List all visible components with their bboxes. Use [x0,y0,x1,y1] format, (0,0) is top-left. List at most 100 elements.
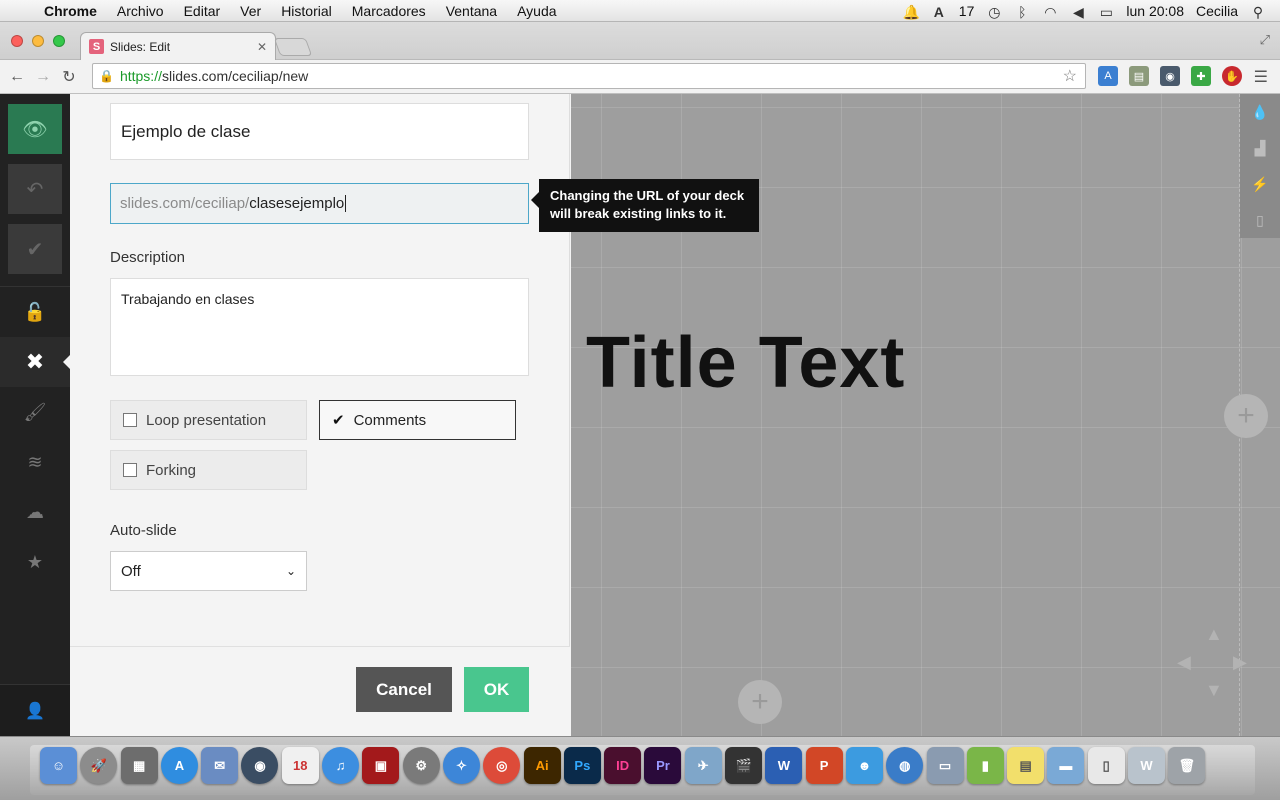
menu-marcadores[interactable]: Marcadores [342,3,436,19]
messenger-icon[interactable]: ☻ [845,747,883,784]
folder-icon[interactable]: ▬ [1047,747,1085,784]
green-extension-icon[interactable]: ✚ [1191,66,1211,86]
camera-extension-icon[interactable]: ◉ [1160,66,1180,86]
bookmark-star-icon[interactable]: ☆ [1063,66,1077,86]
app-store-icon[interactable]: A [160,747,198,784]
window-close-button[interactable] [11,35,23,47]
screen-sharing-icon[interactable]: ▭ [926,747,964,784]
sidebar-item-privacy[interactable]: 🔓 [0,287,70,337]
reload-icon[interactable]: ↻ [56,67,82,87]
lightning-icon[interactable]: ⚡ [1240,166,1280,202]
network-icon[interactable]: ◍ [886,747,924,784]
mail-icon[interactable]: ✉ [201,747,239,784]
launchpad-icon[interactable]: 🚀 [80,747,118,784]
wifi-icon[interactable]: ◠ [1042,4,1058,20]
browser-menu-icon[interactable]: ☰ [1254,67,1268,87]
menu-ventana[interactable]: Ventana [436,3,507,19]
dashboard-icon[interactable]: ▦ [120,747,158,784]
forking-toggle[interactable]: Forking [110,450,307,490]
chrome-icon[interactable]: ◎ [483,747,521,784]
window-minimize-button[interactable] [32,35,44,47]
battery-icon[interactable]: ▭ [1098,4,1114,20]
bluetooth-icon[interactable]: ᛒ [1014,4,1030,20]
address-bar[interactable]: 🔒 https:// slides.com/ceciliap/new ☆ [92,63,1086,89]
cancel-button[interactable]: Cancel [356,667,452,712]
menu-editar[interactable]: Editar [174,3,231,19]
fullscreen-icon[interactable]: ⤢ [1260,32,1270,48]
tab-close-icon[interactable]: ✕ [257,40,267,54]
clock[interactable]: lun 20:08 [1126,3,1184,19]
color-drop-icon[interactable]: 💧 [1240,94,1280,130]
final-cut-icon[interactable]: 🎬 [725,747,763,784]
ok-button[interactable]: OK [464,667,529,712]
loop-presentation-toggle[interactable]: Loop presentation [110,400,307,440]
menu-archivo[interactable]: Archivo [107,3,174,19]
back-icon[interactable]: ← [4,68,30,86]
system-preferences-icon[interactable]: ⚙ [402,747,440,784]
word-document-icon[interactable]: W [1128,747,1166,784]
description-textarea[interactable]: Trabajando en clases [110,278,529,376]
time-machine-icon[interactable]: ◷ [986,4,1002,20]
menu-app-chrome[interactable]: Chrome [34,3,107,19]
photo-booth-icon[interactable]: ▣ [362,747,400,784]
evernote-icon[interactable]: ▮ [966,747,1004,784]
forward-icon[interactable]: → [30,68,56,86]
browser-tab-active[interactable]: S Slides: Edit ✕ [80,32,276,60]
nav-left-icon[interactable]: ◀ [1177,652,1191,673]
menu-ver[interactable]: Ver [230,3,271,19]
sidebar-item-style[interactable]: 🖌 [0,387,70,437]
nav-down-icon[interactable]: ▼ [1205,680,1223,701]
notification-bell-icon[interactable]: 🔔 [903,4,920,20]
chart-icon[interactable]: ▟ [1240,130,1280,166]
chevron-down-icon: ⌄ [285,564,296,578]
illustrator-icon[interactable]: Ai [523,747,561,784]
indesign-icon[interactable]: ID [604,747,642,784]
save-button[interactable]: ✔ [8,224,62,274]
autoslide-select[interactable]: Off ⌄ [110,551,307,591]
nav-right-icon[interactable]: ▶ [1233,652,1247,673]
trash-icon[interactable]: 🗑 [1168,747,1206,784]
spotlight-search-icon[interactable]: ⚲ [1250,4,1266,20]
new-tab-button[interactable] [273,38,313,56]
preview-icon[interactable]: ✈ [684,747,722,784]
loop-checkbox[interactable] [123,413,137,427]
add-slide-below-button[interactable]: + [738,680,782,724]
translate-extension-icon[interactable]: A [1098,66,1118,86]
word-icon[interactable]: W [765,747,803,784]
powerpoint-icon[interactable]: P [805,747,843,784]
volume-icon[interactable]: ◀ [1070,4,1086,20]
deck-title-input[interactable]: Ejemplo de clase [110,103,529,160]
premiere-icon[interactable]: Pr [644,747,682,784]
undo-button[interactable]: ↶ [8,164,62,214]
nav-up-icon[interactable]: ▲ [1205,624,1223,645]
menu-historial[interactable]: Historial [271,3,342,19]
document-icon[interactable]: ▯ [1087,747,1125,784]
finder-icon[interactable]: ☺ [40,747,77,784]
user-name[interactable]: Cecilia [1196,3,1238,19]
add-slide-right-button[interactable]: + [1224,394,1268,438]
slide-title-text[interactable]: Title Text [586,322,905,404]
user-profile-button[interactable]: 👤 [0,684,70,736]
preview-button[interactable]: 👁 [8,104,62,154]
book-icon[interactable]: ▯ [1240,202,1280,238]
deck-url-input[interactable]: slides.com/ceciliap/clasesejemplo [110,183,529,224]
reader-extension-icon[interactable]: ▤ [1129,66,1149,86]
forking-checkbox[interactable] [123,463,137,477]
facetime-icon[interactable]: ◉ [241,747,279,784]
menu-ayuda[interactable]: Ayuda [507,3,566,19]
comments-toggle[interactable]: ✔ Comments [319,400,516,440]
adobe-icon[interactable]: A [931,4,947,20]
photoshop-icon[interactable]: Ps [563,747,601,784]
description-label: Description [110,249,186,266]
sidebar-item-import[interactable]: ☁ [0,487,70,537]
sidebar-item-settings-close[interactable]: ✖ [0,337,70,387]
safari-icon[interactable]: ✧ [442,747,480,784]
sidebar-item-arrange[interactable]: ≋ [0,437,70,487]
sidebar-item-favorites[interactable]: ★ [0,537,70,587]
calendar-icon[interactable]: 18 [281,747,319,784]
adblock-extension-icon[interactable]: ✋ [1222,66,1242,86]
autoslide-label: Auto-slide [110,522,177,539]
stickies-icon[interactable]: ▤ [1007,747,1045,784]
window-zoom-button[interactable] [53,35,65,47]
itunes-icon[interactable]: ♫ [322,747,360,784]
